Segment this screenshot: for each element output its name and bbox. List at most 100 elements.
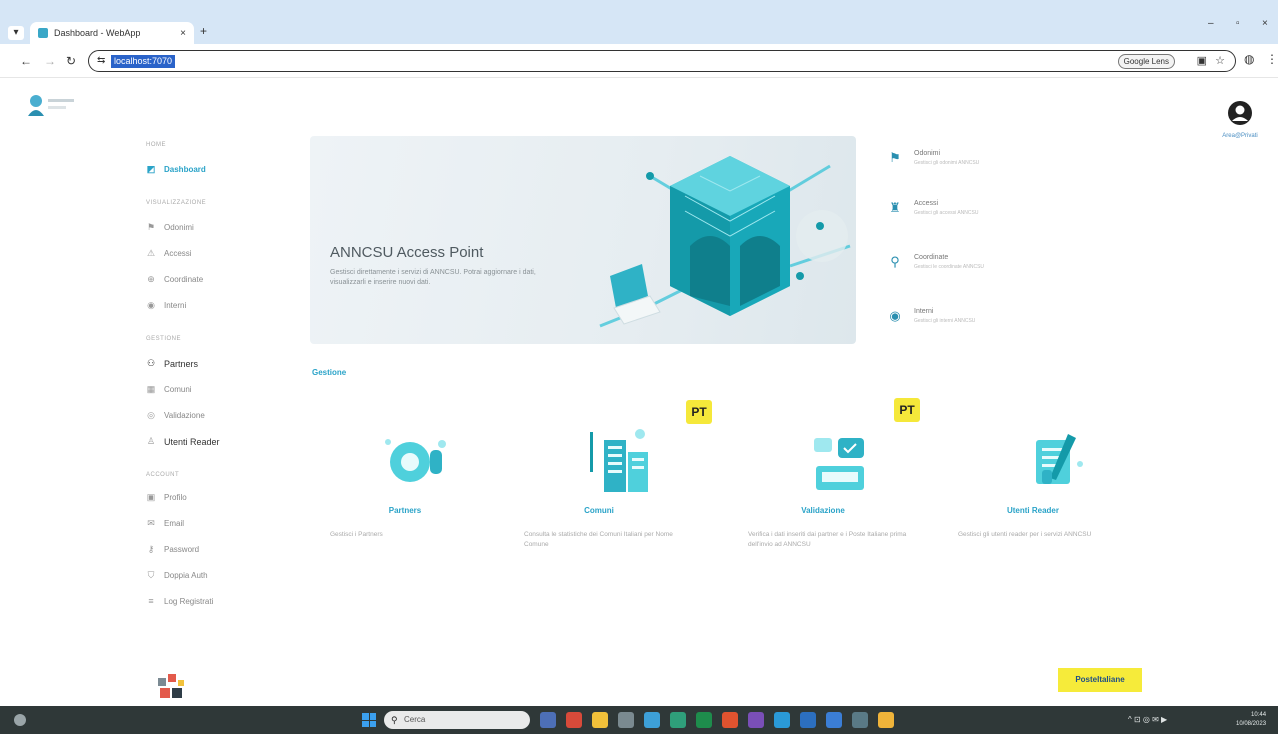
- word-icon[interactable]: [800, 712, 816, 728]
- sidebar-item-email[interactable]: ✉ Email: [146, 518, 184, 529]
- hero-banner: ANNCSU Access Point Gestisci direttament…: [310, 136, 856, 344]
- quick-link-title: Accessi: [914, 200, 939, 207]
- quick-link-subtitle: Gestisci gli accessi ANNCSU: [914, 210, 979, 216]
- quick-link-subtitle: Gestisci gli interni ANNCSU: [914, 318, 976, 324]
- minimize-button[interactable]: –: [1208, 18, 1214, 29]
- sidebar-item-odonimi[interactable]: ⚑ Odonimi: [146, 222, 194, 233]
- reload-button[interactable]: ↻: [66, 54, 76, 68]
- weather-icon[interactable]: [14, 714, 26, 726]
- quick-link-odonimi[interactable]: ⚑ Odonimi Gestisci gli odonimi ANNCSU: [888, 150, 1038, 166]
- address-bar[interactable]: ⇆ localhost:7070 Google Lens ▣ ☆: [88, 50, 1236, 72]
- sidebar-item-label: Dashboard: [164, 165, 206, 174]
- card-validazione[interactable]: Validazione Verifica i dati inseriti dai…: [748, 400, 938, 580]
- taskbar-app-icon[interactable]: [722, 712, 738, 728]
- card-utenti-reader[interactable]: Utenti Reader Gestisci gli utenti reader…: [958, 400, 1148, 580]
- windows-taskbar: ⚲ Cerca ^ ⊡ ◎ ✉ ▶ 10:44 10/08/2023: [0, 706, 1278, 734]
- taskbar-app-icon[interactable]: [540, 712, 556, 728]
- onenote-icon[interactable]: [748, 712, 764, 728]
- translate-icon[interactable]: ▣: [1197, 54, 1207, 67]
- forward-button[interactable]: →: [44, 54, 56, 68]
- poste-italiane-button[interactable]: PosteItaliane: [1058, 668, 1142, 692]
- system-tray[interactable]: ^ ⊡ ◎ ✉ ▶: [1128, 715, 1167, 724]
- gear-bulb-icon: [385, 439, 446, 482]
- quick-link-interni[interactable]: ◉ Interni Gestisci gli interni ANNCSU: [888, 308, 1038, 324]
- pin-icon: ⚲: [890, 254, 900, 269]
- sidebar-item-label: Interni: [164, 301, 187, 310]
- sidebar-item-label: Odonimi: [164, 223, 194, 232]
- taskbar-app-icon[interactable]: [644, 712, 660, 728]
- browser-menu-icon[interactable]: ⋮: [1266, 52, 1278, 66]
- tab-favicon-icon: [38, 28, 48, 38]
- browser-toolbar: ← → ↻ ⇆ localhost:7070 Google Lens ▣ ☆ ◍…: [0, 44, 1278, 78]
- close-window-button[interactable]: ×: [1262, 18, 1268, 29]
- quick-link-subtitle: Gestisci le coordinate ANNCSU: [914, 264, 985, 270]
- user-menu[interactable]: Area@Privati: [1208, 100, 1272, 139]
- quick-link-title: Coordinate: [914, 254, 949, 261]
- sidebar-item-interni[interactable]: ◉ Interni: [146, 300, 186, 311]
- building-icon: ▦: [146, 384, 156, 394]
- extensions-icon[interactable]: ◍: [1244, 52, 1254, 66]
- flag-icon: ⚑: [146, 222, 156, 232]
- browser-tab[interactable]: Dashboard - WebApp ×: [30, 22, 194, 44]
- card-partners[interactable]: Partners Gestisci i Partners: [330, 400, 520, 580]
- excel-icon[interactable]: [696, 712, 712, 728]
- sidebar-section-account: ACCOUNT: [146, 472, 180, 478]
- card-comuni[interactable]: Comuni Consulta le statistiche dei Comun…: [524, 400, 714, 580]
- card-description: Verifica i dati inseriti dai partner e i…: [748, 531, 907, 548]
- pt-badge: PT: [894, 398, 920, 422]
- sidebar-item-label: Comuni: [164, 385, 192, 394]
- taskbar-search-input[interactable]: ⚲ Cerca: [384, 711, 530, 729]
- app-logo[interactable]: [26, 92, 82, 118]
- sidebar-item-doppia-auth[interactable]: ⛉ Doppia Auth: [146, 570, 208, 581]
- sidebar-item-profilo[interactable]: ▣ Profilo: [146, 492, 187, 503]
- sidebar-item-coordinate[interactable]: ⊕ Coordinate: [146, 274, 203, 285]
- sidebar-item-comuni[interactable]: ▦ Comuni: [146, 384, 192, 395]
- chrome-icon[interactable]: [878, 712, 894, 728]
- dashboard-icon: ◩: [146, 164, 156, 174]
- maximize-button[interactable]: ▫: [1236, 18, 1240, 29]
- taskbar-app-icon[interactable]: [566, 712, 582, 728]
- sidebar-item-dashboard[interactable]: ◩ Dashboard: [146, 164, 206, 175]
- taskbar-clock[interactable]: 10:44 10/08/2023: [1236, 711, 1266, 729]
- url-text[interactable]: localhost:7070: [111, 55, 176, 68]
- sidebar-item-password[interactable]: ⚷ Password: [146, 544, 199, 555]
- log-icon: ≡: [148, 596, 154, 606]
- sidebar-item-utenti-reader[interactable]: ♙ Utenti Reader: [146, 436, 220, 447]
- sidebar-item-label: Accessi: [164, 249, 192, 258]
- taskbar-app-icon[interactable]: [618, 712, 634, 728]
- card-title: Validazione: [801, 506, 845, 515]
- partners-icon: ⚇: [146, 358, 156, 368]
- quick-link-accessi[interactable]: ♜ Accessi Gestisci gli accessi ANNCSU: [888, 200, 1038, 216]
- sidebar-item-label: Validazione: [164, 411, 205, 420]
- windows-start-icon[interactable]: [362, 713, 376, 727]
- edge-icon[interactable]: [670, 712, 686, 728]
- profile-icon: ▣: [146, 492, 156, 502]
- star-icon[interactable]: ☆: [1215, 54, 1225, 67]
- taskbar-app-icon[interactable]: [774, 712, 790, 728]
- taskbar-app-icon[interactable]: [852, 712, 868, 728]
- email-icon: ✉: [147, 518, 155, 528]
- location-icon: ◉: [147, 300, 155, 310]
- quick-link-subtitle: Gestisci gli odonimi ANNCSU: [914, 160, 980, 166]
- sidebar-item-validazione[interactable]: ◎ Validazione: [146, 410, 205, 421]
- quick-link-coordinate[interactable]: ⚲ Coordinate Gestisci le coordinate ANNC…: [888, 254, 1038, 270]
- card-title: Utenti Reader: [1006, 506, 1059, 515]
- tab-search-button[interactable]: ▾: [8, 26, 24, 40]
- sidebar-item-log-registrati[interactable]: ≡ Log Registrati: [146, 596, 213, 606]
- sidebar-item-accessi[interactable]: ⚠ Accessi: [146, 248, 192, 259]
- sidebar-item-label: Profilo: [164, 493, 187, 502]
- pt-badge: PT: [686, 400, 712, 424]
- new-tab-button[interactable]: +: [200, 24, 207, 38]
- site-info-icon[interactable]: ⇆: [97, 55, 105, 66]
- tab-close-icon[interactable]: ×: [180, 28, 186, 39]
- folder-icon[interactable]: [592, 712, 608, 728]
- card-description: Gestisci i Partners: [330, 531, 383, 538]
- google-lens-button[interactable]: Google Lens: [1117, 54, 1175, 69]
- card-title: Partners: [388, 506, 422, 515]
- back-button[interactable]: ←: [20, 54, 32, 68]
- outlook-icon[interactable]: [826, 712, 842, 728]
- sidebar-item-partners[interactable]: ⚇ Partners: [146, 358, 198, 369]
- card-title: Comuni: [584, 506, 614, 515]
- sidebar-item-label: Log Registrati: [164, 596, 214, 606]
- sidebar-item-label: Coordinate: [164, 275, 204, 284]
